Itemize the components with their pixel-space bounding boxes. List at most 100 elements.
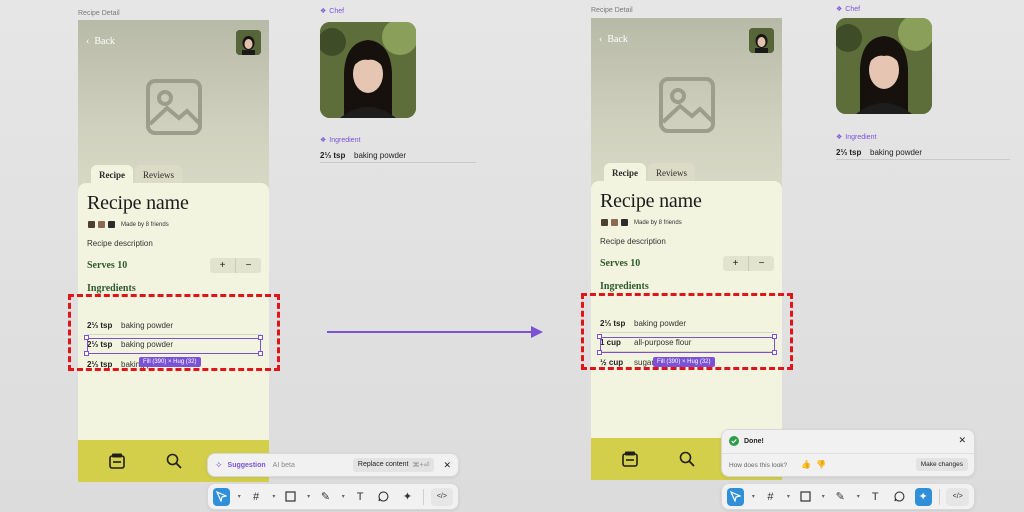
- toolbar: ▾ # ▾ ▾ ✎ ▾ T ✦ </>: [721, 483, 975, 510]
- shortcut-hint: ⌘+⏎: [412, 462, 430, 469]
- square-icon: [800, 491, 811, 502]
- back-button[interactable]: ‹ Back: [86, 36, 115, 47]
- pen-tool[interactable]: ✎: [832, 488, 849, 506]
- tab-recipe[interactable]: Recipe: [91, 165, 133, 184]
- chevron-down-icon[interactable]: ▾: [238, 493, 241, 500]
- image-placeholder-icon: [659, 77, 715, 133]
- friends-text: Made by 8 friends: [634, 219, 682, 226]
- actions-tool[interactable]: ✦: [399, 488, 416, 506]
- check-circle-icon: [729, 436, 739, 446]
- image-placeholder-icon: [146, 79, 202, 135]
- feedback-question: How does this look?: [729, 462, 788, 469]
- back-label: Back: [94, 36, 115, 47]
- close-icon[interactable]: ✕: [443, 460, 451, 471]
- chevron-down-icon[interactable]: ▾: [272, 493, 275, 500]
- search-icon[interactable]: [678, 450, 696, 468]
- comment-icon: [378, 491, 389, 502]
- chef-portrait-image: [320, 22, 416, 118]
- avatar[interactable]: [236, 30, 261, 55]
- sparkle-icon: ✧: [215, 459, 223, 470]
- component-label[interactable]: ❖ Chef: [320, 7, 345, 16]
- ingredient-component[interactable]: 2⅓ tsp baking powder: [320, 148, 476, 163]
- cursor-icon: [215, 491, 227, 502]
- rectangle-tool[interactable]: [797, 488, 814, 506]
- chevron-down-icon[interactable]: ▾: [307, 493, 310, 500]
- ingredient-label: Ingredient: [845, 133, 877, 141]
- recipe-detail-frame[interactable]: ‹ Back Recipe Reviews Recipe name Made b…: [78, 20, 269, 482]
- decrement-button[interactable]: −: [749, 256, 774, 271]
- recipe-description: Recipe description: [87, 239, 153, 248]
- avatar: [600, 218, 609, 227]
- comment-icon: [894, 491, 905, 502]
- component-label[interactable]: ❖ Chef: [836, 5, 860, 14]
- chef-portrait-image: [836, 18, 932, 114]
- back-button[interactable]: ‹ Back: [599, 34, 628, 45]
- replace-content-button[interactable]: Replace content ⌘+⏎: [352, 458, 435, 472]
- back-label: Back: [607, 34, 628, 45]
- recipe-book-icon[interactable]: [621, 450, 639, 468]
- move-tool[interactable]: [727, 487, 744, 506]
- avatar: [107, 220, 116, 229]
- dev-mode-toggle[interactable]: </>: [946, 487, 970, 506]
- comment-tool[interactable]: [891, 488, 908, 506]
- beta-badge: AI beta: [272, 461, 295, 469]
- done-header: Done!: [729, 436, 764, 446]
- frame-label[interactable]: Recipe Detail: [591, 7, 633, 14]
- make-changes-button[interactable]: Make changes: [915, 458, 968, 471]
- chef-photo[interactable]: [320, 22, 416, 118]
- decrement-button[interactable]: −: [236, 258, 261, 273]
- chevron-left-icon: ‹: [599, 34, 603, 45]
- frame-label[interactable]: Recipe Detail: [78, 10, 120, 17]
- recipe-detail-frame[interactable]: ‹ Back Recipe Reviews Recipe name Made b…: [591, 18, 782, 480]
- recipe-book-icon[interactable]: [108, 452, 126, 470]
- increment-button[interactable]: +: [210, 258, 235, 273]
- chevron-down-icon[interactable]: ▾: [857, 493, 860, 500]
- chevron-down-icon[interactable]: ▾: [822, 493, 825, 500]
- arrow-icon: [327, 326, 543, 338]
- rectangle-tool[interactable]: [282, 488, 299, 506]
- tab-reviews[interactable]: Reviews: [648, 163, 695, 182]
- chevron-down-icon[interactable]: ▾: [752, 493, 755, 500]
- highlight-box: [581, 293, 793, 370]
- chef-photo[interactable]: [836, 18, 932, 114]
- comment-tool[interactable]: [376, 488, 393, 506]
- chevron-down-icon[interactable]: ▾: [787, 493, 790, 500]
- close-icon[interactable]: ✕: [958, 435, 966, 446]
- chef-avatar-image: [749, 28, 774, 53]
- text-tool[interactable]: T: [867, 488, 884, 506]
- ingredient-name: baking powder: [354, 150, 407, 160]
- chef-label: Chef: [329, 7, 345, 15]
- chef-avatar-image: [236, 30, 261, 55]
- suggestion-bar: ✧ Suggestion AI beta Replace content ⌘+⏎…: [207, 453, 459, 477]
- increment-button[interactable]: +: [723, 256, 748, 271]
- friends-row: Made by 8 friends: [600, 218, 682, 227]
- chevron-down-icon[interactable]: ▾: [342, 493, 345, 500]
- search-icon[interactable]: [165, 452, 183, 470]
- actions-tool[interactable]: ✦: [914, 487, 932, 506]
- recipe-description: Recipe description: [600, 237, 666, 246]
- divider: [938, 488, 940, 505]
- pen-tool[interactable]: ✎: [317, 488, 334, 506]
- text-tool[interactable]: T: [352, 488, 369, 506]
- frame-tool[interactable]: #: [762, 488, 779, 506]
- avatar[interactable]: [749, 28, 774, 53]
- thumbs-down-icon[interactable]: 👎: [816, 460, 826, 469]
- component-label[interactable]: ❖ Ingredient: [320, 136, 360, 145]
- tab-reviews[interactable]: Reviews: [135, 165, 182, 184]
- frame-tool[interactable]: #: [248, 488, 265, 506]
- suggestion-label: Suggestion: [227, 461, 266, 469]
- ingredient-component[interactable]: 2⅓ tsp baking powder: [836, 145, 1010, 160]
- thumbs-up-icon[interactable]: 👍: [801, 460, 811, 469]
- ingredient-amount: 2⅓ tsp: [320, 150, 346, 160]
- component-label[interactable]: ❖ Ingredient: [836, 133, 877, 142]
- page-title: Recipe name: [87, 192, 189, 214]
- dev-mode-toggle[interactable]: </>: [430, 487, 454, 506]
- ingredients-heading: Ingredients: [600, 281, 649, 292]
- serves-stepper: + −: [723, 256, 774, 271]
- move-tool[interactable]: [213, 487, 230, 506]
- page-title: Recipe name: [600, 190, 702, 212]
- highlight-box: [68, 294, 280, 371]
- tab-recipe[interactable]: Recipe: [604, 163, 646, 182]
- divider: [422, 488, 424, 505]
- replace-content-label: Replace content: [357, 461, 409, 468]
